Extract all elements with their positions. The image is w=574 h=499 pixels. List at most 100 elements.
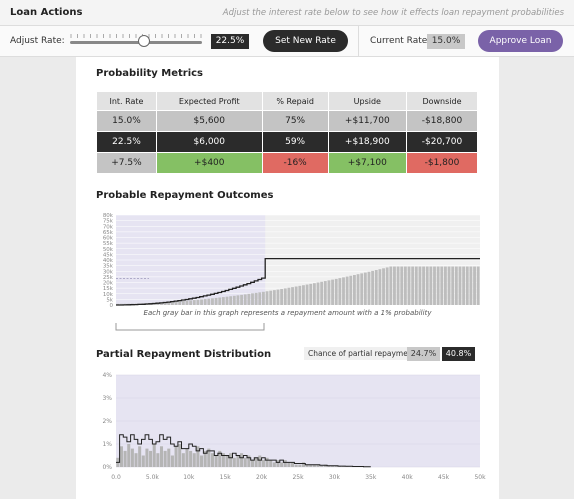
adjust-rate-label: Adjust Rate:	[10, 36, 65, 46]
table-cell: 75%	[261, 110, 329, 132]
outcome-bar	[425, 266, 429, 305]
outcome-bar	[316, 282, 320, 305]
approve-loan-button[interactable]: Approve Loan	[478, 30, 563, 52]
y-tick-label: 10k	[103, 292, 114, 298]
table-cell: +7.5%	[96, 152, 157, 174]
outcome-bar	[382, 268, 385, 305]
outcome-bar	[196, 299, 200, 305]
table-cell: -$1,800	[405, 152, 479, 174]
current-distribution-bar	[159, 446, 164, 467]
top-bar: Loan Actions Adjust the interest rate be…	[0, 0, 574, 26]
outcome-bar	[334, 278, 338, 305]
y-tick-label: 4%	[102, 372, 112, 379]
x-tick-label: 35k	[365, 474, 377, 481]
outcome-bar	[181, 300, 185, 305]
y-tick-label: 2%	[102, 418, 112, 425]
current-distribution-bar	[181, 453, 185, 467]
current-distribution-bar	[170, 455, 174, 467]
partial-chance-current: 24.7%	[407, 347, 440, 361]
y-tick-label: 40k	[103, 258, 114, 264]
current-distribution-bar	[298, 464, 302, 467]
table-cell: 15.0%	[96, 110, 157, 132]
outcome-bar	[236, 295, 240, 305]
table-cell: +$7,100	[327, 152, 407, 174]
outcome-bar	[393, 266, 396, 305]
outcome-bar	[454, 266, 458, 305]
outcome-bar	[440, 266, 444, 305]
outcome-bar	[229, 296, 233, 305]
outcome-bar	[371, 270, 375, 305]
outcome-bar	[185, 300, 189, 305]
y-tick-label: 55k	[103, 241, 114, 247]
current-distribution-bar	[163, 450, 167, 467]
outcome-bar	[287, 287, 291, 305]
y-tick-label: 1%	[102, 441, 112, 448]
table-cell: +$18,900	[327, 131, 407, 153]
outcome-bar	[465, 266, 469, 305]
slider-ticks	[70, 34, 202, 38]
outcome-bar	[254, 292, 258, 305]
divider	[358, 26, 359, 56]
outcome-bar	[269, 290, 273, 305]
outcome-bar	[192, 300, 196, 305]
outcome-bar	[320, 281, 324, 305]
current-distribution-bar	[243, 457, 247, 467]
outcome-bar	[476, 266, 480, 305]
current-distribution-bar	[232, 457, 236, 467]
column-header: % Repaid	[261, 91, 329, 111]
outcome-bar	[396, 266, 400, 305]
outcome-bar	[251, 293, 254, 305]
page-title: Loan Actions	[10, 7, 83, 18]
repayment-outcomes-title: Probable Repayment Outcomes	[96, 190, 274, 201]
x-tick-label: 40k	[402, 474, 414, 481]
column-header: Expected Profit	[155, 91, 263, 111]
rate-slider-track[interactable]	[70, 41, 202, 44]
current-distribution-bar	[247, 455, 251, 467]
set-new-rate-button[interactable]: Set New Rate	[263, 30, 348, 52]
outcome-bar	[338, 278, 342, 305]
table-cell: $5,600	[155, 110, 263, 132]
outcome-bar	[469, 266, 473, 305]
x-tick-label: 0.0	[111, 474, 121, 481]
outcome-bar	[178, 301, 182, 305]
outcome-bar	[262, 291, 265, 305]
current-distribution-bar	[240, 453, 244, 467]
table-row-difference: +7.5% +$400 -16% +$7,100 -$1,800	[96, 152, 479, 174]
rate-slider-thumb[interactable]	[137, 35, 150, 47]
current-distribution-bar	[258, 455, 262, 467]
outcome-bar	[342, 277, 345, 305]
current-distribution-bar	[149, 450, 153, 467]
current-distribution-bar	[123, 450, 127, 467]
table-cell: +$400	[155, 152, 263, 174]
outcome-bar	[291, 287, 294, 305]
outcome-bar	[280, 288, 284, 305]
x-tick-label: 15k	[220, 474, 232, 481]
x-tick-label: 25k	[292, 474, 304, 481]
outcome-bar	[327, 280, 331, 305]
current-distribution-bar	[291, 462, 295, 467]
table-cell: $6,000	[155, 131, 263, 153]
outcome-bar	[414, 266, 418, 305]
y-tick-label: 25k	[103, 275, 114, 281]
outcome-bar	[323, 281, 327, 305]
outcome-bar	[367, 271, 371, 305]
current-distribution-bar	[276, 460, 280, 467]
x-tick-label: 50k	[474, 474, 486, 481]
outcome-bar	[247, 293, 251, 305]
table-cell: 59%	[261, 131, 329, 153]
table-cell: -16%	[261, 152, 329, 174]
outcome-bar	[240, 294, 243, 305]
column-header: Int. Rate	[96, 91, 157, 111]
outcome-bar	[221, 297, 225, 305]
current-distribution-bar	[250, 460, 255, 467]
current-distribution-bar	[167, 448, 171, 467]
outcome-bar	[214, 297, 218, 305]
outcome-bar	[400, 266, 404, 305]
outcome-bar	[418, 266, 422, 305]
outcome-bar	[171, 301, 174, 305]
outcome-bar	[356, 274, 360, 305]
results-panel: Probability Metrics Int. Rate Expected P…	[76, 57, 499, 499]
outcome-bar	[374, 270, 378, 305]
probability-metrics-title: Probability Metrics	[96, 68, 204, 79]
table-row-new: 22.5% $6,000 59% +$18,900 -$20,700	[96, 131, 479, 153]
